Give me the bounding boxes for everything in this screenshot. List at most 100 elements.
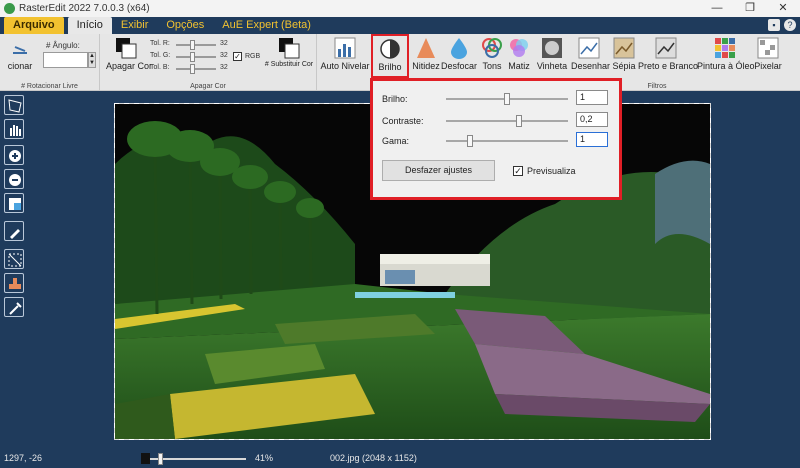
gamma-label: Gama:	[382, 136, 410, 146]
selection-tool-button[interactable]	[4, 249, 24, 269]
sepia-icon	[613, 37, 635, 59]
replace-color-icon	[279, 38, 300, 59]
preview-check-icon: ✓	[513, 166, 523, 176]
tol-r-value: 32	[220, 40, 228, 47]
preview-checkbox[interactable]: ✓ Previsualiza	[513, 166, 576, 176]
tab-inicio[interactable]: Início	[67, 17, 112, 34]
minimize-button[interactable]: —	[700, 0, 734, 17]
hand-icon	[10, 125, 21, 136]
brightness-icon	[380, 39, 400, 59]
clear-color-group-label: Apagar Cor	[190, 83, 226, 90]
vignette-button[interactable]: Vinheta	[535, 37, 569, 71]
vignette-icon	[542, 38, 562, 58]
sepia-button[interactable]: Sépia	[611, 37, 637, 71]
clear-color-group: Apagar Cor Tol. R: Tol. G: Tol. B: 32 32…	[100, 34, 317, 91]
brightness-label: Brilho:	[382, 94, 408, 104]
selection-icon	[8, 253, 22, 267]
help-icon[interactable]: ?	[784, 19, 796, 31]
angle-input[interactable]	[43, 52, 88, 68]
zoom-slider-thumb[interactable]	[158, 453, 163, 465]
auto-level-button[interactable]: Auto Nivelar	[319, 37, 371, 71]
gamma-slider[interactable]	[446, 135, 568, 147]
tol-g-value: 32	[220, 52, 228, 59]
eyedropper-icon	[9, 302, 22, 315]
tol-b-label: Tol. B:	[150, 64, 170, 71]
tol-b-value: 32	[220, 64, 228, 71]
tol-b-slider[interactable]	[176, 64, 216, 74]
pixelate-button[interactable]: Pixelar	[753, 37, 783, 71]
tab-exibir[interactable]: Exibir	[112, 17, 158, 34]
brightness-slider[interactable]	[446, 93, 568, 105]
color-swatch-icon	[116, 38, 137, 59]
crop-icon	[8, 99, 22, 113]
oil-painting-button[interactable]: Pintura à Óleo	[697, 37, 755, 71]
blur-drop-icon	[451, 38, 467, 59]
close-button[interactable]: ✕	[766, 0, 800, 17]
window-title: RasterEdit 2022 7.0.0.3 (x64)	[19, 3, 150, 14]
pixelate-icon	[757, 37, 779, 59]
eyedropper-tool-button[interactable]	[4, 297, 24, 317]
zoom-slider[interactable]	[150, 458, 246, 460]
brightness-button[interactable]: Brilho	[371, 34, 409, 78]
save-icon[interactable]: ▪	[768, 19, 780, 31]
zoom-out-button[interactable]	[4, 169, 24, 189]
stamp-icon	[9, 278, 21, 289]
fit-view-button[interactable]	[4, 193, 24, 213]
left-toolbar	[4, 95, 26, 321]
title-bar: RasterEdit 2022 7.0.0.3 (x64) — ❐ ✕	[0, 0, 800, 17]
zoom-out-icon	[9, 174, 21, 186]
tol-r-slider[interactable]	[176, 40, 216, 50]
fit-screen-icon	[9, 198, 21, 210]
stamp-tool-button[interactable]	[4, 273, 24, 293]
restore-button[interactable]: ❐	[733, 0, 767, 17]
tab-arquivo[interactable]: Arquivo	[4, 17, 64, 34]
histogram-icon	[334, 37, 356, 59]
cursor-coords: 1297, -26	[4, 453, 43, 463]
draw-icon	[578, 37, 600, 59]
tol-r-label: Tol. R:	[150, 40, 170, 47]
rgb-label: RGB	[245, 53, 261, 60]
contrast-slider[interactable]	[446, 115, 568, 127]
menu-bar: Arquivo Início Exibir Opções AuE Expert …	[0, 17, 800, 34]
sharpen-button[interactable]: Nitidez	[410, 37, 442, 71]
rotate-group-label: # Rotacionar Livre	[21, 83, 78, 90]
pencil-tool-button[interactable]	[4, 221, 24, 241]
pencil-icon	[10, 229, 20, 239]
sharpen-icon	[417, 38, 435, 58]
contrast-label: Contraste:	[382, 116, 424, 126]
black-white-button[interactable]: Preto e Branco	[638, 37, 698, 71]
status-bar: 1297, -26 41% 002.jpg (2048 x 1152)	[0, 448, 800, 468]
tol-g-label: Tol. G:	[150, 52, 171, 59]
oil-painting-icon	[715, 38, 735, 58]
angle-label: # Ângulo:	[46, 41, 80, 50]
file-info: 002.jpg (2048 x 1152)	[330, 453, 417, 463]
replace-color-button[interactable]: # Substituir Cor	[264, 37, 314, 68]
contrast-input[interactable]: 0,2	[576, 112, 608, 127]
zoom-color-swatch	[141, 453, 150, 464]
draw-button[interactable]: Desenhar	[571, 37, 610, 71]
tol-g-slider[interactable]	[176, 52, 216, 62]
rotate-button[interactable]: cionar	[2, 37, 38, 71]
brightness-dialog: Brilho: 1 Contraste: 0,2 Gama: 1 Desfaze…	[370, 78, 622, 200]
app-logo-icon	[4, 3, 15, 14]
rgb-checkbox[interactable]: ✓	[233, 52, 242, 61]
tab-opcoes[interactable]: Opções	[157, 17, 213, 34]
pan-tool-button[interactable]	[4, 119, 24, 139]
tones-icon	[482, 38, 502, 58]
zoom-in-button[interactable]	[4, 145, 24, 165]
blur-button[interactable]: Desfocar	[441, 37, 477, 71]
rotate-group: cionar # Ângulo: ▲ ▼ # Rotacionar Livre	[0, 34, 100, 91]
crop-tool-button[interactable]	[4, 95, 24, 115]
tones-button[interactable]: Tons	[478, 37, 506, 71]
preview-label: Previsualiza	[527, 166, 576, 176]
angle-stepper[interactable]: ▲ ▼	[88, 52, 96, 68]
brightness-input[interactable]: 1	[576, 90, 608, 105]
gamma-input[interactable]: 1	[576, 132, 608, 147]
clear-color-button[interactable]: Apagar Cor	[106, 37, 152, 71]
rotate-icon	[13, 46, 27, 54]
black-white-icon	[655, 37, 677, 59]
hue-button[interactable]: Matiz	[505, 37, 533, 71]
hue-icon	[510, 39, 528, 57]
tab-aue-expert[interactable]: AuE Expert (Beta)	[213, 17, 320, 34]
reset-adjustments-button[interactable]: Desfazer ajustes	[382, 160, 495, 181]
